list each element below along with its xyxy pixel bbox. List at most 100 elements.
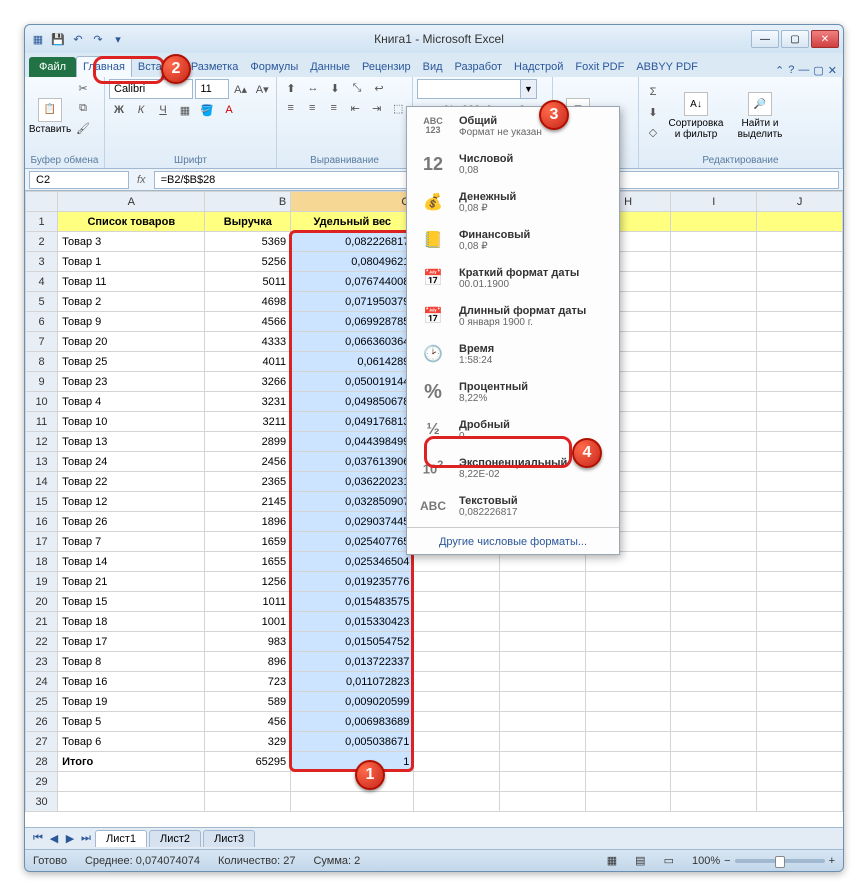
number-format-item-Финансовый[interactable]: 📒 Финансовый0,08 ₽ (407, 221, 619, 259)
tab-addins[interactable]: Надстрой (508, 57, 569, 77)
column-header-I[interactable]: I (671, 192, 757, 212)
ribbon-minimize-icon[interactable]: ⌃ (775, 64, 784, 77)
number-format-dropdown[interactable]: ABC123 ОбщийФормат не указан 12 Числовой… (406, 106, 620, 555)
orientation-icon[interactable]: ⤡ (347, 79, 367, 97)
cell-B22[interactable]: 983 (205, 632, 291, 652)
sheet-tab-1[interactable]: Лист1 (95, 830, 147, 847)
shrink-font-icon[interactable]: A▾ (252, 80, 272, 98)
row-header-13[interactable]: 13 (26, 452, 58, 472)
cell-A7[interactable]: Товар 20 (58, 332, 205, 352)
cell-B12[interactable]: 2899 (205, 432, 291, 452)
view-layout-icon[interactable]: ▤ (635, 854, 645, 867)
cell-C26[interactable]: 0,006983689 (291, 712, 414, 732)
wrap-text-icon[interactable]: ↩ (369, 79, 389, 97)
number-format-item-Денежный[interactable]: 💰 Денежный0,08 ₽ (407, 183, 619, 221)
cell-C15[interactable]: 0,032850907 (291, 492, 414, 512)
cell-C5[interactable]: 0,071950379 (291, 292, 414, 312)
number-format-item-Общий[interactable]: ABC123 ОбщийФормат не указан (407, 107, 619, 145)
cell-A26[interactable]: Товар 5 (58, 712, 205, 732)
cell-B6[interactable]: 4566 (205, 312, 291, 332)
cell-C27[interactable]: 0,005038671 (291, 732, 414, 752)
paste-button[interactable]: 📋 Вставить (29, 79, 71, 153)
grow-font-icon[interactable]: A▴ (231, 80, 251, 98)
cell-A1[interactable]: Список товаров (58, 212, 205, 232)
sheet-nav-next-icon[interactable]: ▶ (63, 832, 77, 845)
align-middle-icon[interactable]: ↔ (303, 79, 323, 97)
tab-foxit[interactable]: Foxit PDF (569, 57, 630, 77)
cell-B28[interactable]: 65295 (205, 752, 291, 772)
copy-icon[interactable]: ⧉ (73, 99, 93, 117)
cell-B9[interactable]: 3266 (205, 372, 291, 392)
row-header-10[interactable]: 10 (26, 392, 58, 412)
cell-A13[interactable]: Товар 24 (58, 452, 205, 472)
cell-C20[interactable]: 0,015483575 (291, 592, 414, 612)
cell-A2[interactable]: Товар 3 (58, 232, 205, 252)
tab-developer[interactable]: Разработ (449, 57, 508, 77)
cell-B19[interactable]: 1256 (205, 572, 291, 592)
cell-C25[interactable]: 0,009020599 (291, 692, 414, 712)
number-format-item-Длинный формат даты[interactable]: 📅 Длинный формат даты0 января 1900 г. (407, 297, 619, 335)
cell-B16[interactable]: 1896 (205, 512, 291, 532)
cut-icon[interactable]: ✂ (73, 79, 93, 97)
cell-C4[interactable]: 0,076744008 (291, 272, 414, 292)
cell-C13[interactable]: 0,037613906 (291, 452, 414, 472)
zoom-value[interactable]: 100% (692, 855, 720, 867)
number-format-item-Процентный[interactable]: % Процентный8,22% (407, 373, 619, 411)
cell-A12[interactable]: Товар 13 (58, 432, 205, 452)
cell-A25[interactable]: Товар 19 (58, 692, 205, 712)
column-header-C[interactable]: C (291, 192, 414, 212)
cell-B26[interactable]: 456 (205, 712, 291, 732)
zoom-out-icon[interactable]: − (724, 855, 730, 867)
cell-C21[interactable]: 0,015330423 (291, 612, 414, 632)
cell-B18[interactable]: 1655 (205, 552, 291, 572)
fill-icon[interactable]: ⬇ (643, 103, 663, 121)
cell-A18[interactable]: Товар 14 (58, 552, 205, 572)
cell-B13[interactable]: 2456 (205, 452, 291, 472)
cell-B5[interactable]: 4698 (205, 292, 291, 312)
row-header-22[interactable]: 22 (26, 632, 58, 652)
maximize-button[interactable]: ▢ (781, 30, 809, 48)
column-header-A[interactable]: A (58, 192, 205, 212)
cell-B25[interactable]: 589 (205, 692, 291, 712)
align-bottom-icon[interactable]: ⬇ (325, 79, 345, 97)
cell-B17[interactable]: 1659 (205, 532, 291, 552)
cell-A28[interactable]: Итого (58, 752, 205, 772)
doc-restore-icon[interactable]: ▢ (813, 64, 823, 77)
view-normal-icon[interactable]: ▦ (607, 854, 617, 867)
tab-home[interactable]: Главная (76, 56, 132, 77)
font-size-combo[interactable]: 11 (195, 79, 228, 99)
cell-C6[interactable]: 0,069928785 (291, 312, 414, 332)
row-header-8[interactable]: 8 (26, 352, 58, 372)
column-header-J[interactable]: J (757, 192, 843, 212)
cell-A19[interactable]: Товар 21 (58, 572, 205, 592)
help-icon[interactable]: ? (788, 64, 794, 77)
number-format-item-Числовой[interactable]: 12 Числовой0,08 (407, 145, 619, 183)
cell-C3[interactable]: 0,08049621 (291, 252, 414, 272)
sheet-nav-prev-icon[interactable]: ◀ (47, 832, 61, 845)
cell-A4[interactable]: Товар 11 (58, 272, 205, 292)
tab-formulas[interactable]: Формулы (244, 57, 304, 77)
tab-data[interactable]: Данные (304, 57, 356, 77)
autosum-icon[interactable]: Σ (643, 83, 663, 101)
cell-C2[interactable]: 0,082226817 (291, 232, 414, 252)
cell-A22[interactable]: Товар 17 (58, 632, 205, 652)
qat-more-icon[interactable]: ▾ (109, 30, 127, 48)
sheet-nav-first-icon[interactable]: ⏮ (31, 832, 45, 845)
cell-A27[interactable]: Товар 6 (58, 732, 205, 752)
underline-button[interactable]: Ч (153, 101, 173, 119)
fx-icon[interactable]: fx (129, 174, 154, 186)
zoom-in-icon[interactable]: + (829, 855, 835, 867)
row-header-27[interactable]: 27 (26, 732, 58, 752)
cell-A6[interactable]: Товар 9 (58, 312, 205, 332)
cell-B1[interactable]: Выручка (205, 212, 291, 232)
redo-icon[interactable]: ↷ (89, 30, 107, 48)
cell-B8[interactable]: 4011 (205, 352, 291, 372)
cell-A21[interactable]: Товар 18 (58, 612, 205, 632)
tab-view[interactable]: Вид (417, 57, 449, 77)
find-select-button[interactable]: 🔎 Найти и выделить (729, 79, 791, 153)
view-pagebreak-icon[interactable]: ▭ (664, 854, 674, 867)
row-header-14[interactable]: 14 (26, 472, 58, 492)
row-header-11[interactable]: 11 (26, 412, 58, 432)
borders-icon[interactable]: ▦ (175, 101, 195, 119)
name-box[interactable]: C2 (29, 171, 129, 189)
